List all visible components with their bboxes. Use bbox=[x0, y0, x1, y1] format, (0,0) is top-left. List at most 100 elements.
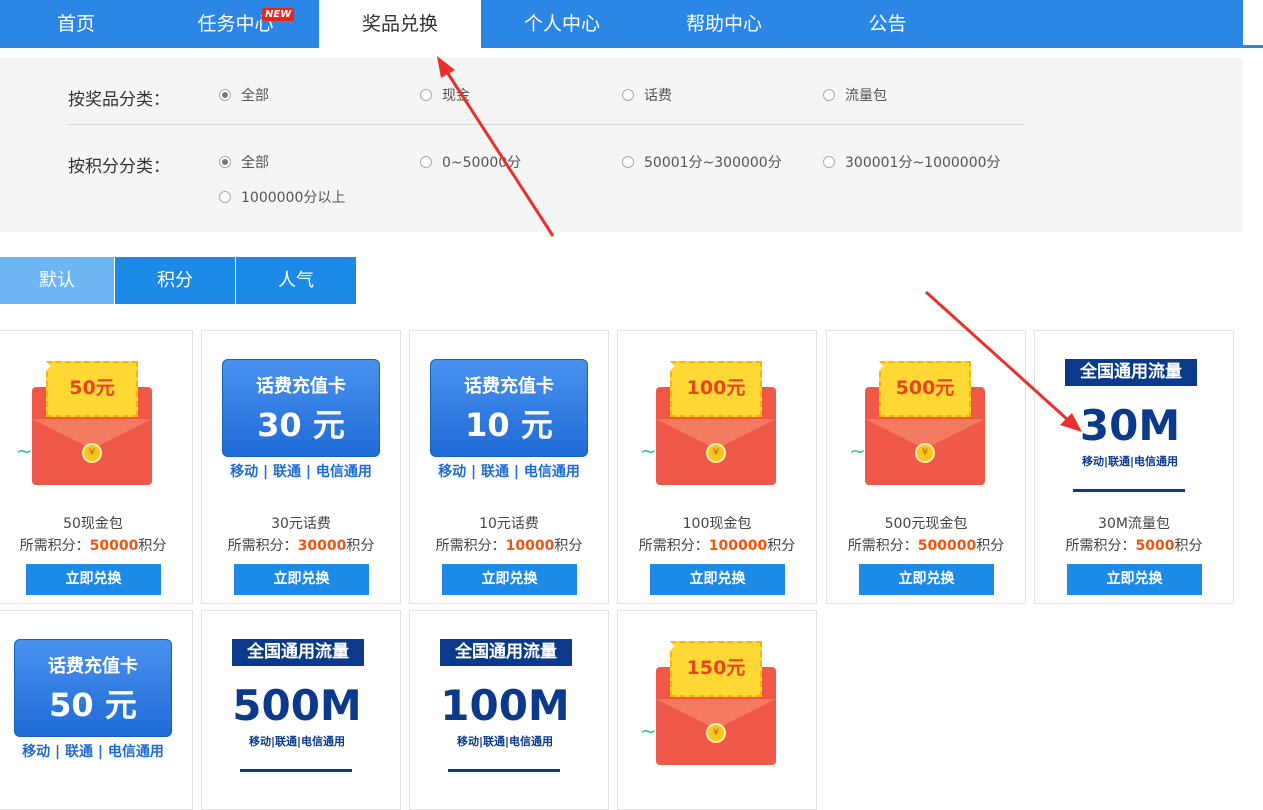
points-option-300001-1000000[interactable]: 300001分~1000000分 bbox=[823, 152, 1001, 172]
product-name[interactable]: 30元话费 bbox=[202, 513, 400, 533]
sparkle-icon: ✦ bbox=[873, 357, 887, 376]
nav-task-center[interactable]: 任务中心 NEW bbox=[152, 0, 319, 48]
product-image[interactable]: 50元 ¥ ✦ ~ bbox=[14, 349, 174, 495]
points-suffix: 积分 bbox=[767, 538, 796, 554]
product-card[interactable]: 500元 ¥ ✦ ~ 500元现金包 所需积分：500000积分立即兑换 bbox=[826, 330, 1026, 604]
radio-icon[interactable] bbox=[219, 156, 231, 168]
redeem-button[interactable]: 立即兑换 bbox=[442, 564, 577, 595]
card-carriers: 移动 | 联通 | 电信通用 bbox=[230, 464, 372, 480]
product-points: 所需积分：500000积分 bbox=[827, 535, 1025, 555]
nav-personal-center[interactable]: 个人中心 bbox=[481, 0, 643, 48]
points-prefix: 所需积分： bbox=[19, 538, 90, 554]
product-name[interactable]: 500元现金包 bbox=[827, 513, 1025, 533]
category-option-data-pack[interactable]: 流量包 bbox=[823, 85, 887, 105]
card-carriers: 移动 | 联通 | 电信通用 bbox=[22, 744, 164, 760]
points-option-over-1000000[interactable]: 1000000分以上 bbox=[219, 187, 345, 207]
product-name[interactable]: 100现金包 bbox=[618, 513, 816, 533]
points-value: 10000 bbox=[505, 538, 555, 554]
category-option-phone-credit[interactable]: 话费 bbox=[622, 85, 672, 105]
red-envelope-icon: 500元 ¥ ✦ ~ bbox=[847, 349, 1007, 495]
product-card[interactable]: 话费充值卡 30 元移动 | 联通 | 电信通用 30元话费 所需积分：30000积分… bbox=[201, 330, 401, 604]
points-option-all[interactable]: 全部 bbox=[219, 152, 269, 172]
nav-prize-exchange[interactable]: 奖品兑换 bbox=[319, 0, 481, 48]
nav-home[interactable]: 首页 bbox=[0, 0, 152, 48]
product-card[interactable]: 全国通用流量 30M 移动|联通|电信通用 30M流量包 所需积分：5000积分立即兑换 bbox=[1034, 330, 1234, 604]
product-image[interactable]: 话费充值卡 30 元移动 | 联通 | 电信通用 bbox=[222, 349, 382, 495]
product-image[interactable]: 话费充值卡 50 元移动 | 联通 | 电信通用 bbox=[14, 629, 174, 775]
radio-icon[interactable] bbox=[823, 89, 835, 101]
points-prefix: 所需积分： bbox=[227, 538, 298, 554]
product-points: 所需积分：5000积分 bbox=[1035, 535, 1233, 555]
card-title: 话费充值卡 bbox=[464, 376, 554, 397]
product-card[interactable]: 全国通用流量 100M 移动|联通|电信通用 bbox=[409, 610, 609, 810]
radio-icon[interactable] bbox=[420, 156, 432, 168]
phone-credit-card-icon: 话费充值卡 50 元 bbox=[14, 639, 172, 737]
product-points: 所需积分：50000积分 bbox=[0, 535, 192, 555]
data-pack-size: 100M bbox=[440, 681, 570, 730]
product-image[interactable]: 100元 ¥ ✦ ~ bbox=[638, 349, 798, 495]
points-prefix: 所需积分： bbox=[1065, 538, 1136, 554]
card-value: 30 元 bbox=[257, 406, 345, 444]
product-image[interactable]: 全国通用流量 30M 移动|联通|电信通用 bbox=[1055, 349, 1215, 495]
data-pack-carriers: 移动|联通|电信通用 bbox=[248, 735, 346, 748]
points-suffix: 积分 bbox=[976, 538, 1005, 554]
redeem-button[interactable]: 立即兑换 bbox=[26, 564, 161, 595]
filter-divider bbox=[68, 124, 1024, 125]
nav-announcement[interactable]: 公告 bbox=[805, 0, 970, 48]
coin-icon: ¥ bbox=[706, 443, 726, 463]
redeem-button[interactable]: 立即兑换 bbox=[650, 564, 785, 595]
product-name[interactable]: 50现金包 bbox=[0, 513, 192, 533]
points-suffix: 积分 bbox=[138, 538, 167, 554]
sort-tab-points[interactable]: 积分 bbox=[115, 257, 235, 304]
product-image[interactable]: 500元 ¥ ✦ ~ bbox=[847, 349, 1007, 495]
product-image[interactable]: 150元 ¥ ✦ ~ bbox=[638, 629, 798, 775]
product-card[interactable]: 全国通用流量 500M 移动|联通|电信通用 bbox=[201, 610, 401, 810]
radio-icon[interactable] bbox=[823, 156, 835, 168]
nav-announcement-label: 公告 bbox=[868, 13, 907, 35]
nav-help-center[interactable]: 帮助中心 bbox=[643, 0, 805, 48]
category-option-cash[interactable]: 现金 bbox=[420, 85, 470, 105]
envelope-amount: 50元 bbox=[69, 377, 115, 399]
data-pack-icon: 全国通用流量 100M 移动|联通|电信通用 bbox=[430, 629, 590, 775]
product-name[interactable]: 30M流量包 bbox=[1035, 513, 1233, 533]
radio-icon[interactable] bbox=[622, 89, 634, 101]
points-value: 5000 bbox=[1135, 538, 1175, 554]
sort-tab-default[interactable]: 默认 bbox=[0, 257, 114, 304]
filter-panel: 按奖品分类： 全部 现金 话费 流量包 按积分分类： 全部 0~50000分 5… bbox=[0, 58, 1243, 232]
card-value: 10 元 bbox=[465, 406, 553, 444]
product-points: 所需积分：100000积分 bbox=[618, 535, 816, 555]
product-card[interactable]: 话费充值卡 10 元移动 | 联通 | 电信通用 10元话费 所需积分：10000积分… bbox=[409, 330, 609, 604]
nav-prize-exchange-label: 奖品兑换 bbox=[361, 13, 438, 35]
product-card[interactable]: 150元 ¥ ✦ ~ bbox=[617, 610, 817, 810]
category-filter-label: 按奖品分类： bbox=[68, 90, 170, 110]
coin-icon: ¥ bbox=[82, 443, 102, 463]
nav-underline bbox=[1243, 45, 1263, 48]
points-option-50001-300000[interactable]: 50001分~300000分 bbox=[622, 152, 782, 172]
product-image[interactable]: 全国通用流量 100M 移动|联通|电信通用 bbox=[430, 629, 590, 775]
category-option-all[interactable]: 全部 bbox=[219, 85, 269, 105]
envelope-amount: 150元 bbox=[686, 657, 746, 679]
radio-icon[interactable] bbox=[219, 89, 231, 101]
product-name[interactable]: 10元话费 bbox=[410, 513, 608, 533]
radio-icon[interactable] bbox=[219, 191, 231, 203]
product-card[interactable]: 话费充值卡 50 元移动 | 联通 | 电信通用 bbox=[0, 610, 193, 810]
product-card[interactable]: 100元 ¥ ✦ ~100现金包 所需积分：100000积分 立即兑换 bbox=[617, 330, 817, 604]
phone-credit-card-icon: 话费充值卡 10 元 bbox=[430, 359, 588, 457]
sparkle-icon: ✦ bbox=[664, 357, 678, 376]
points-option-0-50000[interactable]: 0~50000分 bbox=[420, 152, 521, 172]
envelope-amount: 100元 bbox=[686, 377, 746, 399]
red-envelope-icon: 50元 ¥ ✦ ~ bbox=[14, 349, 174, 495]
product-image[interactable]: 全国通用流量 500M 移动|联通|电信通用 bbox=[222, 629, 382, 775]
redeem-button[interactable]: 立即兑换 bbox=[234, 564, 369, 595]
radio-icon[interactable] bbox=[420, 89, 432, 101]
redeem-button[interactable]: 立即兑换 bbox=[1067, 564, 1202, 595]
product-card[interactable]: 50元 ¥ ✦ ~50现金包 所需积分：50000积分 立即兑换 bbox=[0, 330, 193, 604]
data-pack-bar bbox=[240, 769, 352, 772]
sort-tab-popularity[interactable]: 人气 bbox=[236, 257, 356, 304]
product-image[interactable]: 话费充值卡 10 元移动 | 联通 | 电信通用 bbox=[430, 349, 590, 495]
radio-icon[interactable] bbox=[622, 156, 634, 168]
points-option-over-1000000-label: 1000000分以上 bbox=[241, 190, 346, 206]
redeem-button[interactable]: 立即兑换 bbox=[859, 564, 994, 595]
new-badge: NEW bbox=[262, 8, 295, 21]
card-value: 50 元 bbox=[49, 686, 137, 724]
